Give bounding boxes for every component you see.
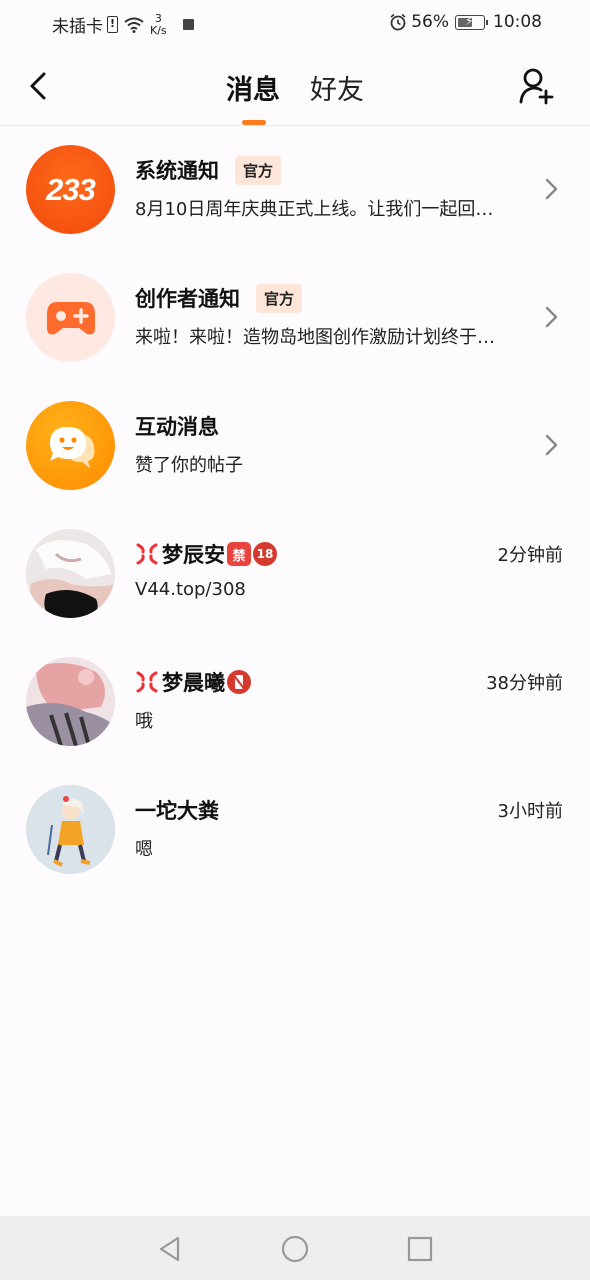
user-photo [26, 785, 115, 874]
avatar [26, 273, 115, 362]
square-recents-icon [407, 1236, 433, 1262]
no-mobile-phones-icon [227, 670, 251, 694]
tab-messages-label: 消息 [226, 75, 280, 106]
title-row: 梦辰安 禁 18 [135, 539, 277, 569]
item-preview: 8月10日周年庆典正式上线。让我们一起回… [135, 199, 494, 220]
item-preview: 来啦！来啦！造物岛地图创作激励计划终于… [135, 327, 495, 348]
chat-bubble-icon [49, 426, 94, 468]
list-item-interaction-messages[interactable]: 互动消息 赞了你的帖子 [0, 383, 590, 511]
item-preview: 赞了你的帖子 [135, 455, 243, 476]
add-friend-button[interactable] [518, 66, 556, 106]
item-title: 创作者通知 [135, 287, 240, 311]
sim-card-icon: ! [107, 16, 118, 33]
item-preview: 嗯 [135, 839, 153, 860]
screen: 未插卡 ! 3 K/s 56% ⚡ 10:08 消息 好友 233 系统通知 官… [0, 0, 590, 1280]
chevron-right-icon [545, 178, 558, 200]
title-row: 一坨大粪 [135, 795, 219, 825]
item-title: 互动消息 [135, 415, 219, 439]
clock: 10:08 [493, 12, 542, 32]
sim-status-text: 未插卡 [52, 17, 103, 37]
chevron-right-icon [545, 434, 558, 456]
prohibited-badge-icon: 禁 [227, 542, 251, 566]
title-row: 系统通知 官方 [135, 155, 282, 185]
official-badge: 官方 [256, 283, 303, 313]
233-logo-icon: 233 [46, 171, 96, 207]
recording-icon [182, 19, 194, 30]
gamepad-icon [46, 301, 95, 334]
anger-symbol-icon [136, 671, 158, 693]
item-time: 3小时前 [497, 801, 563, 822]
item-title: 一坨大粪 [135, 799, 219, 823]
item-title: 梦辰安 [162, 543, 225, 567]
list-item-creator-notification[interactable]: 创作者通知 官方 来啦！来啦！造物岛地图创作激励计划终于… [0, 255, 590, 383]
title-row: 创作者通知 官方 [135, 283, 303, 313]
back-button[interactable] [24, 68, 54, 104]
official-badge: 官方 [235, 155, 282, 185]
user-photo [26, 657, 115, 746]
tab-active-indicator [242, 120, 266, 125]
battery-percent: 56% [411, 12, 449, 32]
list-item-chat[interactable]: 梦晨曦 哦 38分钟前 [0, 639, 590, 767]
list-item-chat[interactable]: 梦辰安 禁 18 V44.top/308 2分钟前 [0, 511, 590, 639]
status-right: 56% ⚡ 10:08 [389, 12, 542, 32]
avatar [26, 401, 115, 490]
item-preview: V44.top/308 [135, 579, 246, 600]
item-title: 梦晨曦 [162, 671, 225, 695]
chevron-right-icon [545, 306, 558, 328]
nav-back-button[interactable] [155, 1234, 185, 1264]
status-left: 未插卡 ! 3 K/s [52, 12, 194, 37]
wifi-icon [124, 17, 144, 33]
nav-home-button[interactable] [280, 1234, 310, 1264]
item-time: 2分钟前 [497, 545, 563, 566]
list-item-system-notification[interactable]: 233 系统通知 官方 8月10日周年庆典正式上线。让我们一起回… [0, 127, 590, 255]
avatar [26, 785, 115, 874]
circle-home-icon [281, 1235, 309, 1263]
network-speed: 3 K/s [150, 11, 167, 37]
chevron-left-icon [30, 72, 46, 100]
item-title: 系统通知 [135, 159, 219, 183]
no-under-18-icon: 18 [253, 542, 277, 566]
battery-icon: ⚡ [455, 14, 488, 30]
item-preview: 哦 [135, 711, 153, 732]
tab-friends-label: 好友 [310, 75, 364, 106]
network-speed-value: 3 [154, 11, 162, 25]
avatar: 233 [26, 145, 115, 234]
avatar [26, 657, 115, 746]
status-bar: 未插卡 ! 3 K/s 56% ⚡ 10:08 [0, 0, 590, 48]
tab-friends[interactable]: 好友 [310, 68, 364, 107]
title-row: 梦晨曦 [135, 667, 251, 697]
avatar [26, 529, 115, 618]
tab-messages[interactable]: 消息 [226, 68, 280, 125]
list-item-chat[interactable]: 一坨大粪 嗯 3小时前 [0, 767, 590, 895]
title-row: 互动消息 [135, 411, 219, 441]
anger-symbol-icon [136, 543, 158, 565]
triangle-back-icon [159, 1236, 180, 1262]
add-user-icon [519, 68, 554, 105]
header: 消息 好友 [0, 48, 590, 126]
tab-bar: 消息 好友 [226, 68, 394, 125]
network-speed-unit: K/s [150, 23, 167, 37]
message-list: 233 系统通知 官方 8月10日周年庆典正式上线。让我们一起回… 创作者通知 … [0, 127, 590, 895]
nav-recents-button[interactable] [405, 1234, 435, 1264]
user-photo [26, 529, 115, 618]
item-time: 38分钟前 [486, 673, 563, 694]
system-nav-bar [0, 1216, 590, 1280]
alarm-icon [390, 13, 406, 31]
